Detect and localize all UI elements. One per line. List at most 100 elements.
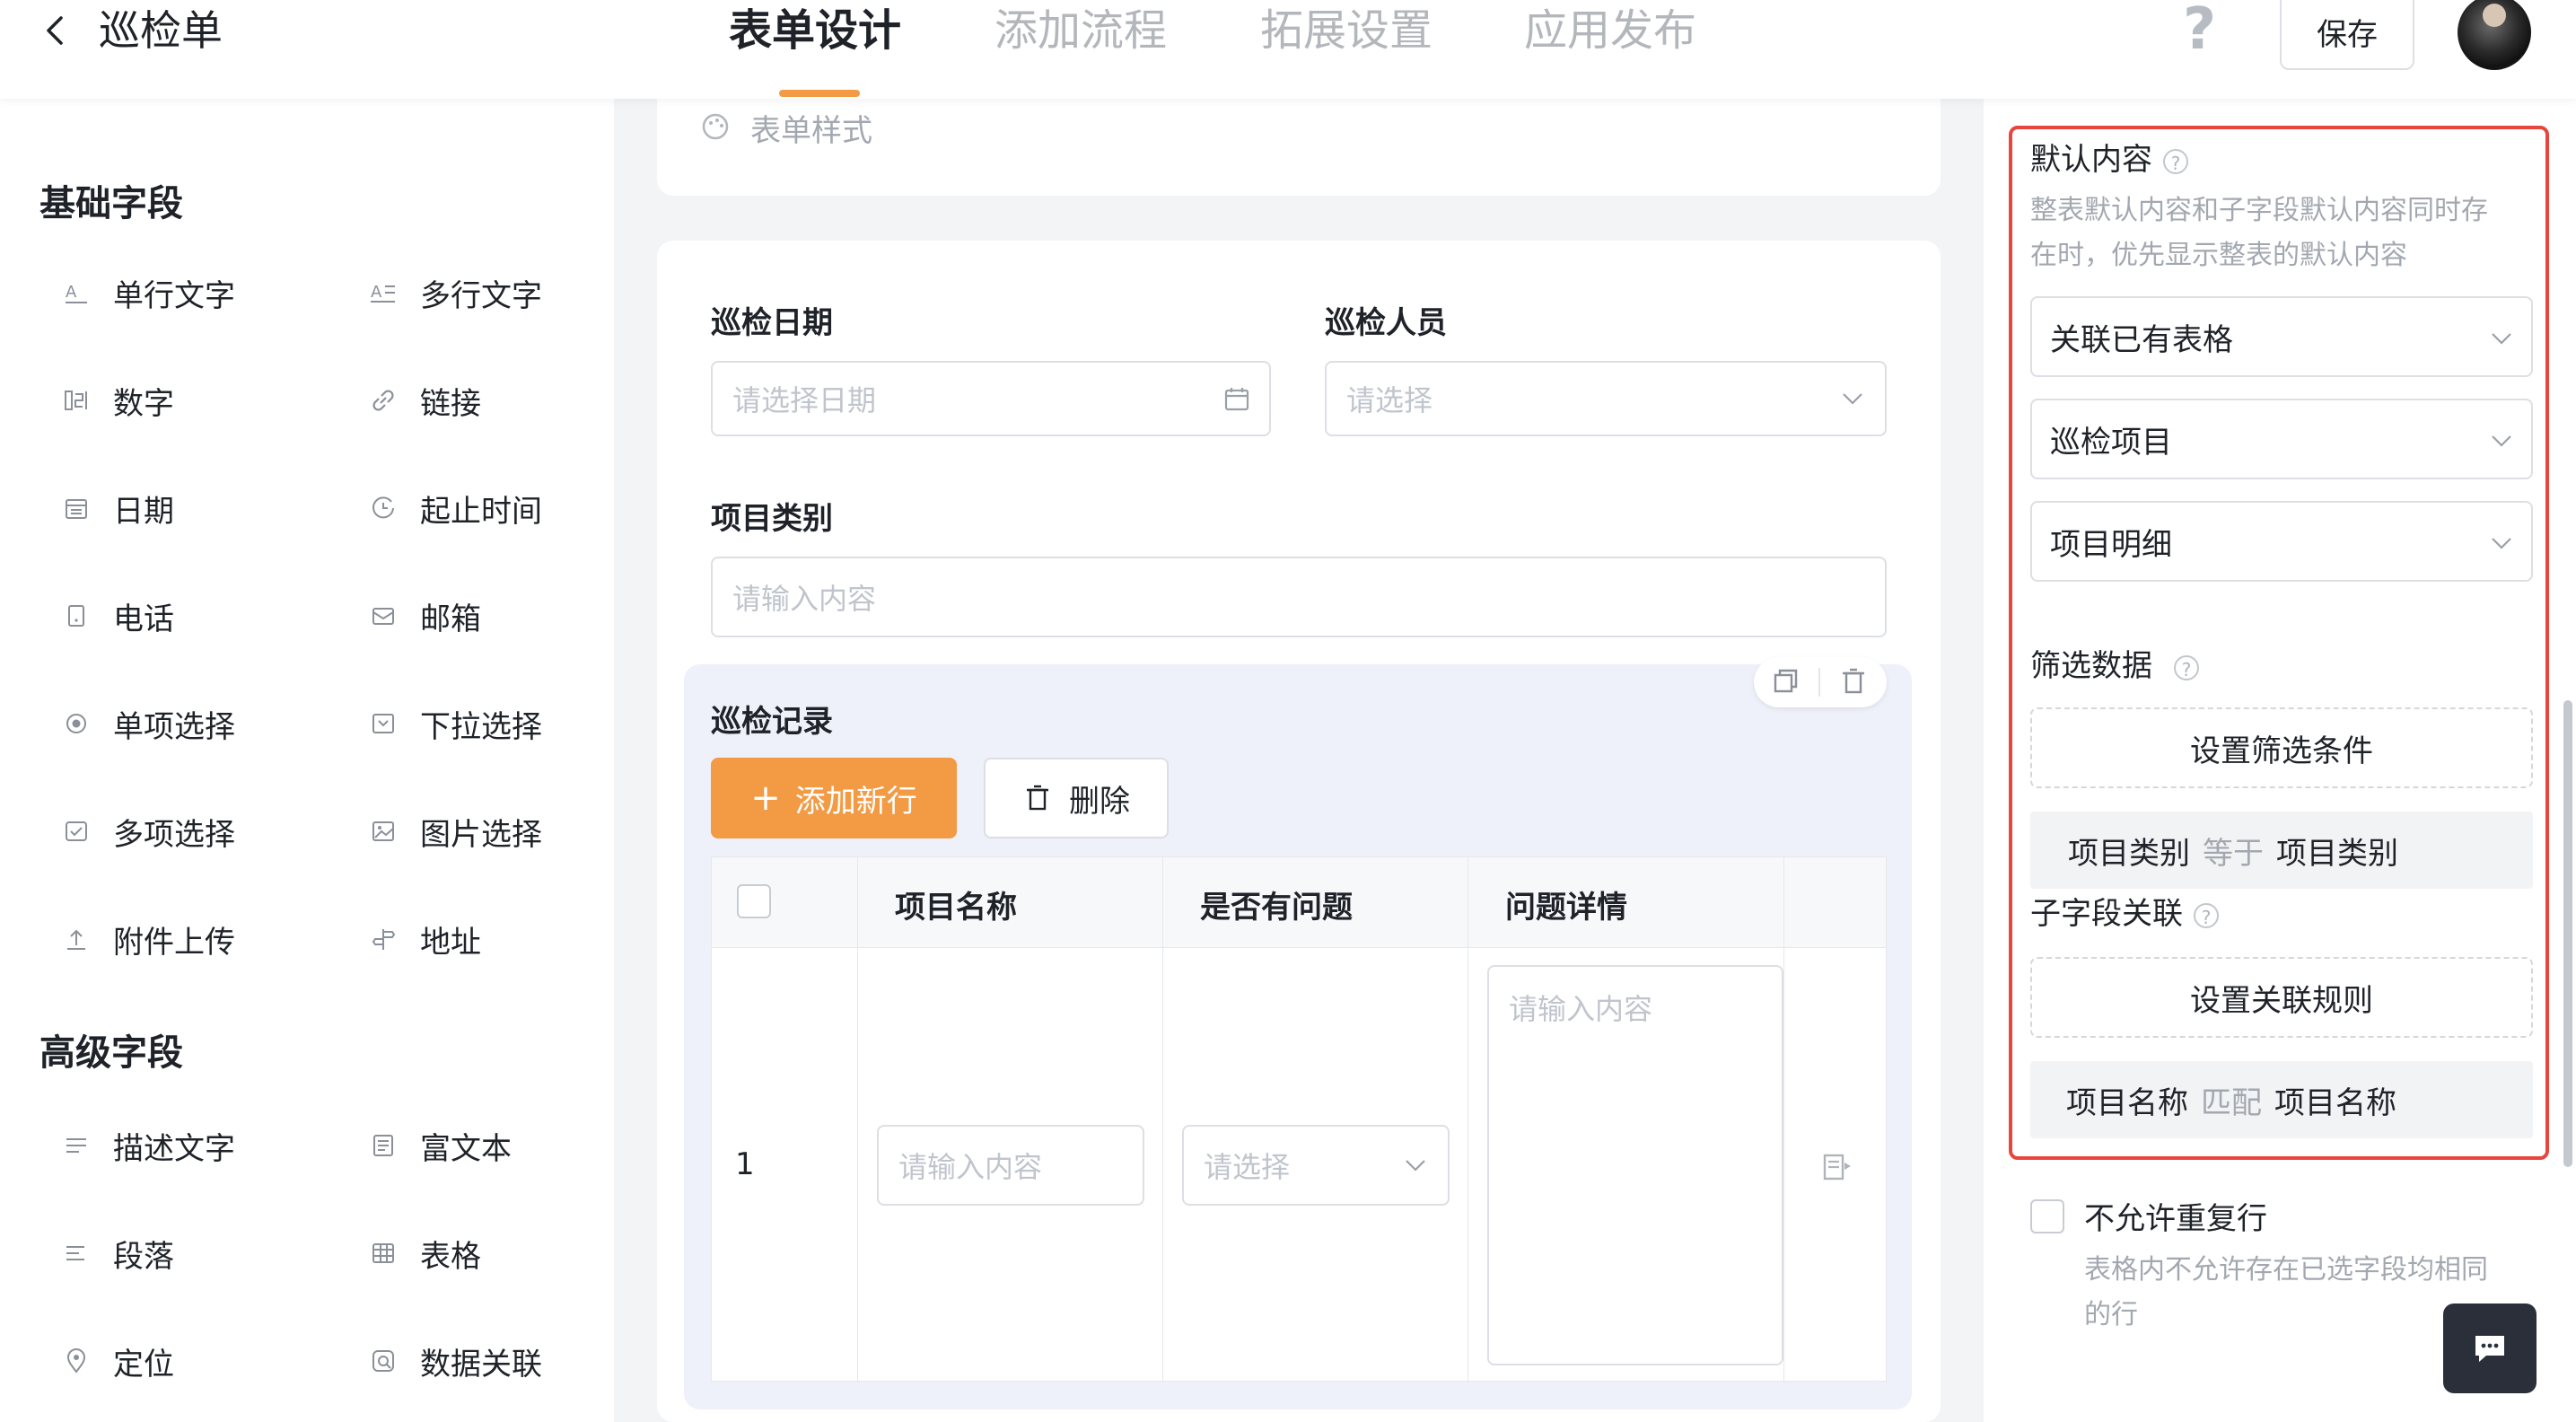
category-label: 项目类别 bbox=[711, 501, 833, 537]
field-item-calendar[interactable]: 日期 bbox=[63, 481, 174, 535]
filter-rule[interactable]: 项目类别 等于 项目类别 bbox=[2030, 812, 2533, 889]
field-item-link[interactable]: 链接 bbox=[370, 373, 481, 427]
source-field-value: 项目明细 bbox=[2050, 526, 2172, 563]
set-link-rule-button[interactable]: 设置关联规则 bbox=[2030, 957, 2533, 1038]
question-icon[interactable]: ? bbox=[2163, 148, 2188, 174]
row-name-input[interactable]: 请输入内容 bbox=[877, 1125, 1144, 1206]
trash-icon[interactable] bbox=[1838, 666, 1869, 697]
help-icon[interactable]: ? bbox=[2183, 0, 2216, 59]
person-label: 巡检人员 bbox=[1325, 305, 1447, 341]
source-field-select[interactable]: 项目明细 bbox=[2030, 501, 2533, 582]
field-item-image[interactable]: 图片选择 bbox=[370, 804, 542, 858]
field-item-radio[interactable]: 单项选择 bbox=[63, 697, 235, 750]
field-item-rich-text[interactable]: 富文本 bbox=[370, 1119, 512, 1172]
row-problem-select[interactable]: 请选择 bbox=[1182, 1125, 1450, 1206]
category-input[interactable]: 请输入内容 bbox=[711, 557, 1887, 637]
no-duplicate-hint-line-1: 表格内不允许存在已选字段均相同 bbox=[2084, 1254, 2488, 1286]
field-item-number[interactable]: 数字 bbox=[63, 373, 174, 427]
tab-add-flow[interactable]: 添加流程 bbox=[994, 0, 1167, 61]
field-item-mail[interactable]: 邮箱 bbox=[370, 589, 481, 643]
copy-icon[interactable] bbox=[1770, 666, 1801, 697]
time-range-icon bbox=[370, 495, 397, 522]
save-button[interactable]: 保存 bbox=[2280, 0, 2414, 70]
no-duplicate-checkbox[interactable] bbox=[2030, 1199, 2064, 1233]
field-item-address[interactable]: 地址 bbox=[370, 912, 481, 966]
column-divider bbox=[1162, 857, 1163, 1382]
checkbox-icon bbox=[63, 818, 90, 845]
field-item-label: 地址 bbox=[420, 924, 481, 961]
row-edit-icon[interactable] bbox=[1821, 1150, 1853, 1182]
question-icon[interactable]: ? bbox=[2194, 902, 2219, 928]
no-duplicate-label[interactable]: 不允许重复行 bbox=[2084, 1194, 2267, 1238]
field-item-label: 描述文字 bbox=[113, 1130, 235, 1167]
row-detail-textarea[interactable]: 请输入内容 bbox=[1487, 965, 1783, 1365]
chat-button[interactable] bbox=[2443, 1304, 2537, 1393]
panel-scrollbar[interactable] bbox=[2563, 700, 2572, 1167]
category-placeholder: 请输入内容 bbox=[732, 582, 877, 616]
field-item-phone[interactable]: 电话 bbox=[63, 589, 174, 643]
link-rule[interactable]: 项目名称 匹配 项目名称 bbox=[2030, 1061, 2533, 1138]
set-filter-button[interactable]: 设置筛选条件 bbox=[2030, 707, 2533, 788]
question-icon[interactable]: ? bbox=[2174, 654, 2199, 680]
app-title: 巡检单 bbox=[99, 6, 223, 55]
tab-app-publish[interactable]: 应用发布 bbox=[1524, 0, 1696, 61]
field-item-label: 段落 bbox=[113, 1238, 174, 1275]
field-item-label: 邮箱 bbox=[420, 601, 481, 637]
chevron-down-icon bbox=[2492, 435, 2511, 447]
filter-data-label: 筛选数据 bbox=[2030, 648, 2152, 684]
field-item-label: 图片选择 bbox=[420, 816, 542, 853]
tab-form-design[interactable]: 表单设计 bbox=[729, 0, 901, 61]
top-header: 巡检单 表单设计 添加流程 拓展设置 应用发布 ? 保存 bbox=[0, 0, 2576, 99]
description-icon bbox=[63, 1132, 90, 1159]
link-rule-right: 项目名称 bbox=[2274, 1084, 2396, 1121]
field-item-paragraph[interactable]: 段落 bbox=[63, 1226, 174, 1280]
tab-extend-settings[interactable]: 拓展设置 bbox=[1260, 0, 1433, 61]
avatar[interactable] bbox=[2458, 0, 2531, 70]
filter-rule-operator: 等于 bbox=[2203, 835, 2264, 872]
svg-text:A: A bbox=[66, 283, 77, 302]
subtable-title: 巡检记录 bbox=[711, 704, 833, 740]
subfield-link-label: 子字段关联 bbox=[2030, 896, 2183, 932]
delete-button[interactable]: 删除 bbox=[984, 758, 1169, 838]
basic-fields-title: 基础字段 bbox=[39, 183, 183, 224]
form-style-link[interactable]: 表单样式 bbox=[750, 106, 872, 150]
toolbar-divider bbox=[1818, 668, 1820, 697]
mail-icon bbox=[370, 602, 397, 629]
linked-table-select[interactable]: 关联已有表格 bbox=[2030, 296, 2533, 377]
source-form-value: 巡检项目 bbox=[2050, 424, 2172, 461]
field-item-checkbox[interactable]: 多项选择 bbox=[63, 804, 235, 858]
field-item-table[interactable]: 表格 bbox=[370, 1226, 481, 1280]
add-row-button[interactable]: + 添加新行 bbox=[711, 758, 957, 838]
date-label: 巡检日期 bbox=[711, 305, 833, 341]
chevron-down-icon bbox=[1406, 1160, 1425, 1172]
active-tab-indicator bbox=[779, 90, 860, 97]
field-item-label: 表格 bbox=[420, 1238, 481, 1275]
rich-text-icon bbox=[370, 1132, 397, 1159]
radio-icon bbox=[63, 710, 90, 737]
field-item-data-link[interactable]: 数据关联 bbox=[370, 1334, 542, 1388]
field-item-label: 下拉选择 bbox=[420, 708, 542, 745]
field-item-location[interactable]: 定位 bbox=[63, 1334, 174, 1388]
field-item-upload[interactable]: 附件上传 bbox=[63, 912, 235, 966]
back-icon[interactable] bbox=[38, 13, 74, 48]
column-divider bbox=[857, 857, 858, 1382]
field-item-time-range[interactable]: 起止时间 bbox=[370, 481, 542, 535]
default-hint-line-1: 整表默认内容和子字段默认内容同时存 bbox=[2030, 195, 2488, 226]
field-item-multi-line-text[interactable]: A 多行文字 bbox=[370, 266, 542, 320]
chevron-down-icon bbox=[2492, 333, 2511, 345]
person-select[interactable]: 请选择 bbox=[1325, 361, 1887, 436]
field-item-single-line-text[interactable]: A 单行文字 bbox=[63, 266, 235, 320]
trash-icon bbox=[1027, 785, 1048, 811]
date-input[interactable]: 请选择日期 bbox=[711, 361, 1271, 436]
svg-text:A: A bbox=[371, 283, 382, 302]
field-item-description[interactable]: 描述文字 bbox=[63, 1119, 235, 1172]
default-hint-line-2: 在时，优先显示整表的默认内容 bbox=[2030, 240, 2407, 271]
select-all-checkbox[interactable] bbox=[737, 884, 771, 918]
source-form-select[interactable]: 巡检项目 bbox=[2030, 399, 2533, 479]
link-icon bbox=[370, 387, 397, 414]
multi-line-text-icon: A bbox=[370, 279, 397, 306]
filter-rule-right: 项目类别 bbox=[2276, 835, 2398, 872]
field-item-dropdown[interactable]: 下拉选择 bbox=[370, 697, 542, 750]
image-icon bbox=[370, 818, 397, 845]
field-item-label: 数据关联 bbox=[420, 1346, 542, 1382]
